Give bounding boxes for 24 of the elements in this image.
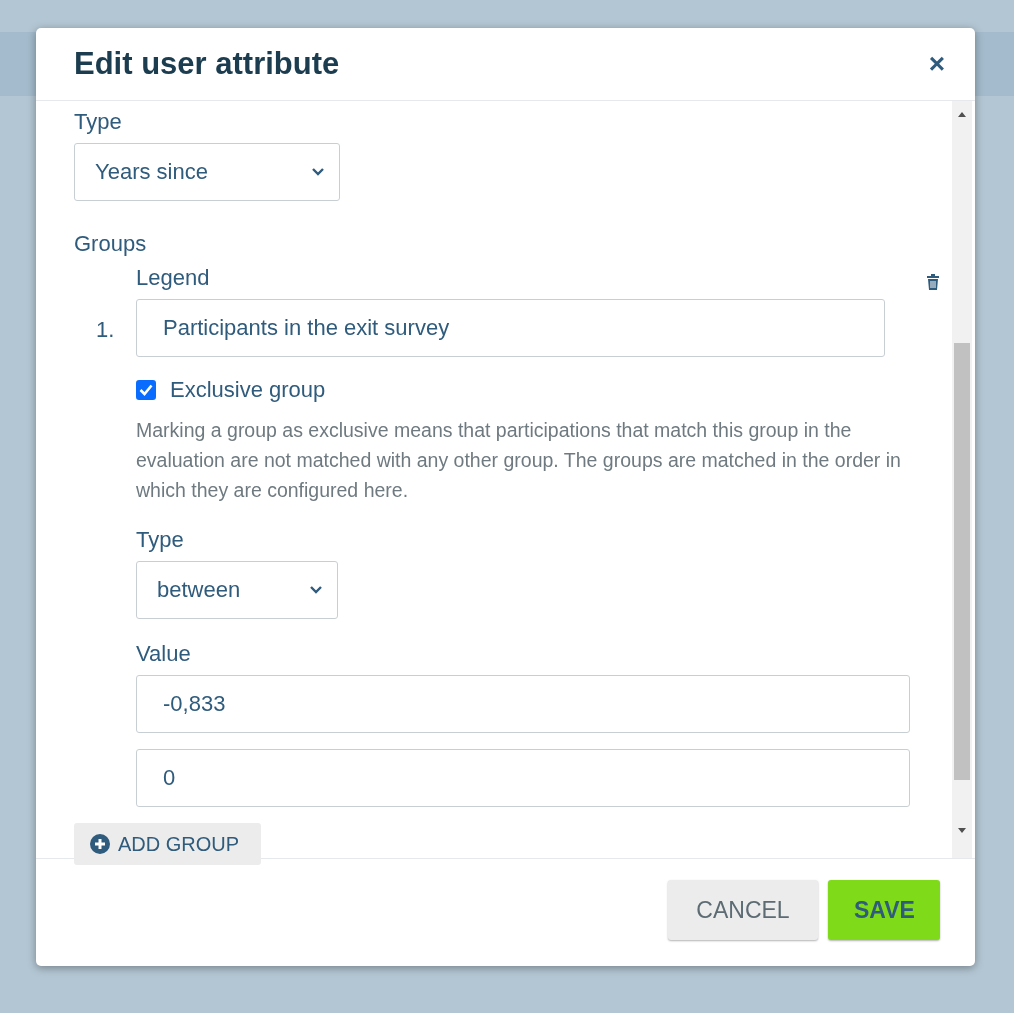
save-button[interactable]: SAVE: [828, 880, 940, 940]
checkbox[interactable]: [136, 380, 156, 400]
select-field[interactable]: between: [136, 561, 338, 619]
dialog-title: Edit user attribute: [74, 46, 340, 82]
groups-label: Groups: [74, 231, 148, 257]
caret-icon: [311, 167, 325, 177]
legend-input[interactable]: Participants in the exit survey: [136, 299, 885, 357]
scrollbar[interactable]: [952, 101, 972, 858]
value-label: Value: [136, 641, 192, 667]
checkbox-label: Exclusive group: [170, 377, 326, 403]
select-field[interactable]: Years since: [74, 143, 340, 201]
help-text: Marking a group as exclusive means that participations that match this group in the evaluation are not matched with any other group. The groups are matched in the order in which they are configured here.: [136, 418, 902, 503]
close-button[interactable]: ×: [926, 48, 947, 80]
legend-label: Legend: [136, 265, 210, 291]
group-number: 1.: [95, 317, 116, 343]
value-input[interactable]: -0,833: [136, 675, 910, 733]
type-label: Type: [136, 527, 185, 553]
trash-icon[interactable]: [926, 274, 940, 290]
caret-icon: [309, 585, 323, 595]
plus-circle-icon: [90, 834, 110, 854]
add-group-button[interactable]: ADD GROUP: [74, 823, 262, 865]
cancel-button[interactable]: CANCEL: [668, 880, 818, 940]
value-input[interactable]: 0: [136, 749, 910, 807]
type-label: Type: [74, 109, 123, 135]
